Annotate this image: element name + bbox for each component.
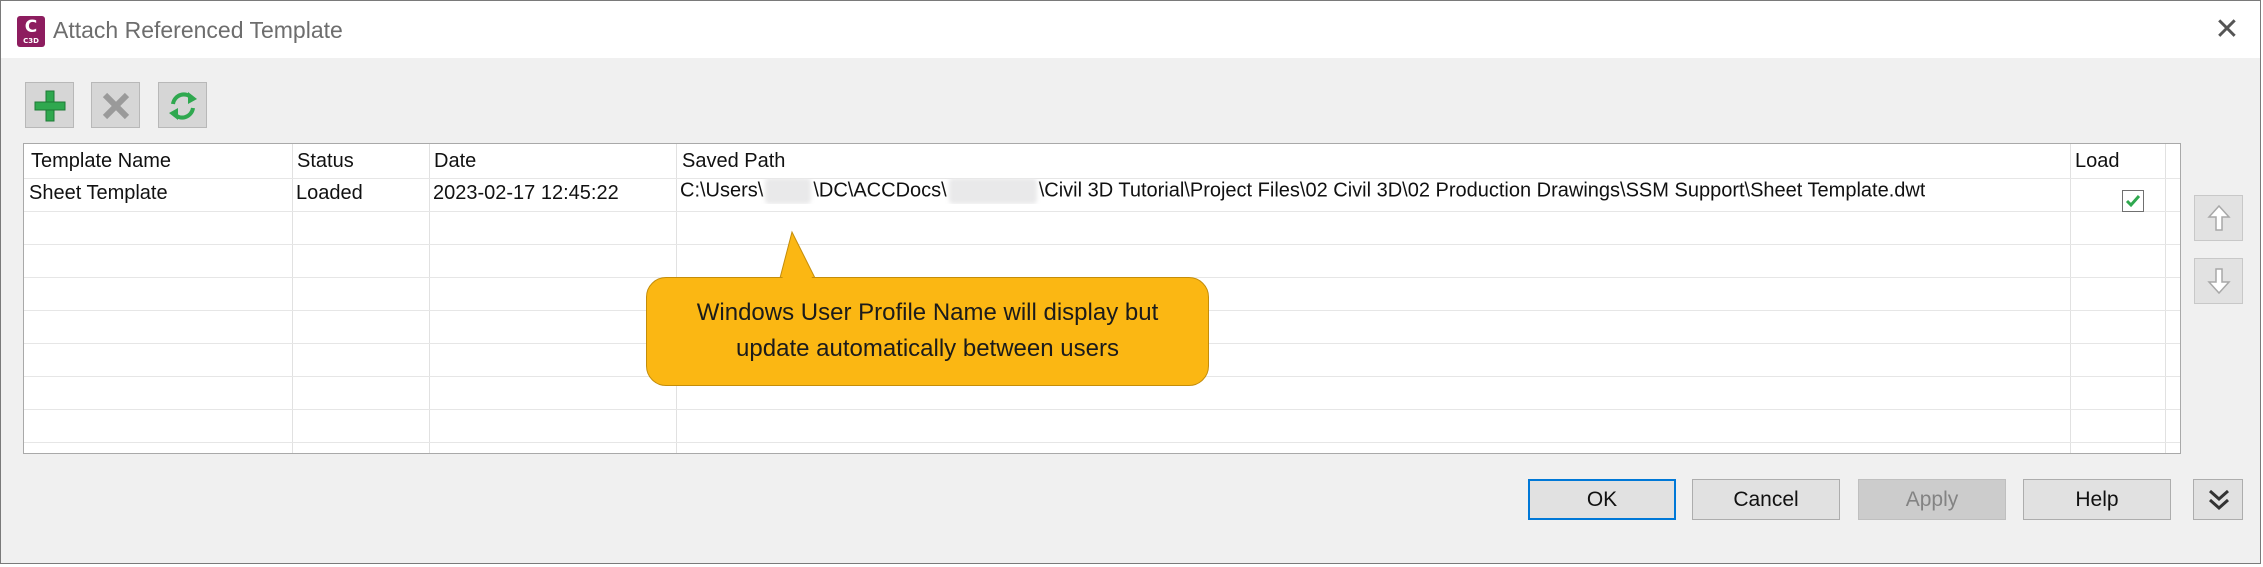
- column-header-date[interactable]: Date: [434, 150, 476, 173]
- double-chevron-down-icon: [2209, 489, 2229, 511]
- redacted-account: [948, 178, 1037, 204]
- column-header-load[interactable]: Load: [2075, 150, 2120, 173]
- move-down-button[interactable]: [2194, 258, 2243, 304]
- x-icon: [102, 92, 130, 120]
- redacted-username: [765, 178, 812, 204]
- date-cell: 2023-02-17 12:45:22: [433, 182, 619, 204]
- expand-button[interactable]: [2193, 479, 2243, 520]
- column-header-saved-path[interactable]: Saved Path: [682, 150, 785, 173]
- apply-button[interactable]: Apply: [1858, 479, 2006, 520]
- arrow-down-icon: [2207, 268, 2231, 295]
- remove-template-button[interactable]: [91, 82, 140, 128]
- refresh-icon: [169, 92, 197, 120]
- callout-note: Windows User Profile Name will display b…: [646, 277, 1209, 386]
- cancel-button[interactable]: Cancel: [1692, 479, 1840, 520]
- close-icon: ✕: [2214, 12, 2240, 47]
- arrow-up-icon: [2207, 204, 2231, 231]
- column-header-status[interactable]: Status: [297, 150, 354, 173]
- title-bar: C C3D Attach Referenced Template ✕: [1, 1, 2260, 58]
- status-cell: Loaded: [296, 182, 363, 204]
- load-checkbox[interactable]: [2122, 190, 2144, 212]
- move-up-button[interactable]: [2194, 195, 2243, 241]
- column-header-template-name[interactable]: Template Name: [31, 150, 171, 173]
- template-name-cell: Sheet Template: [29, 182, 168, 204]
- help-button[interactable]: Help: [2023, 479, 2171, 520]
- window-title: Attach Referenced Template: [53, 17, 343, 43]
- path-suffix: \Civil 3D Tutorial\Project Files\02 Civi…: [1038, 179, 1926, 202]
- path-mid: \DC\ACCDocs\: [813, 179, 947, 202]
- add-template-button[interactable]: [25, 82, 74, 128]
- ok-button[interactable]: OK: [1528, 479, 1676, 520]
- close-button[interactable]: ✕: [2212, 15, 2242, 45]
- callout-line-2: update automatically between users: [736, 335, 1119, 362]
- refresh-button[interactable]: [158, 82, 207, 128]
- civil3d-app-icon: C C3D: [17, 16, 45, 47]
- path-prefix: C:\Users\: [680, 179, 764, 202]
- checkmark-icon: [2125, 195, 2141, 208]
- attach-referenced-template-dialog: C C3D Attach Referenced Template ✕ Templ…: [0, 0, 2261, 564]
- plus-icon: [34, 90, 66, 122]
- saved-path-cell: C:\Users\ \DC\ACCDocs\ \Civil 3D Tutorial\…: [680, 178, 1925, 204]
- callout-line-1: Windows User Profile Name will display b…: [696, 299, 1159, 326]
